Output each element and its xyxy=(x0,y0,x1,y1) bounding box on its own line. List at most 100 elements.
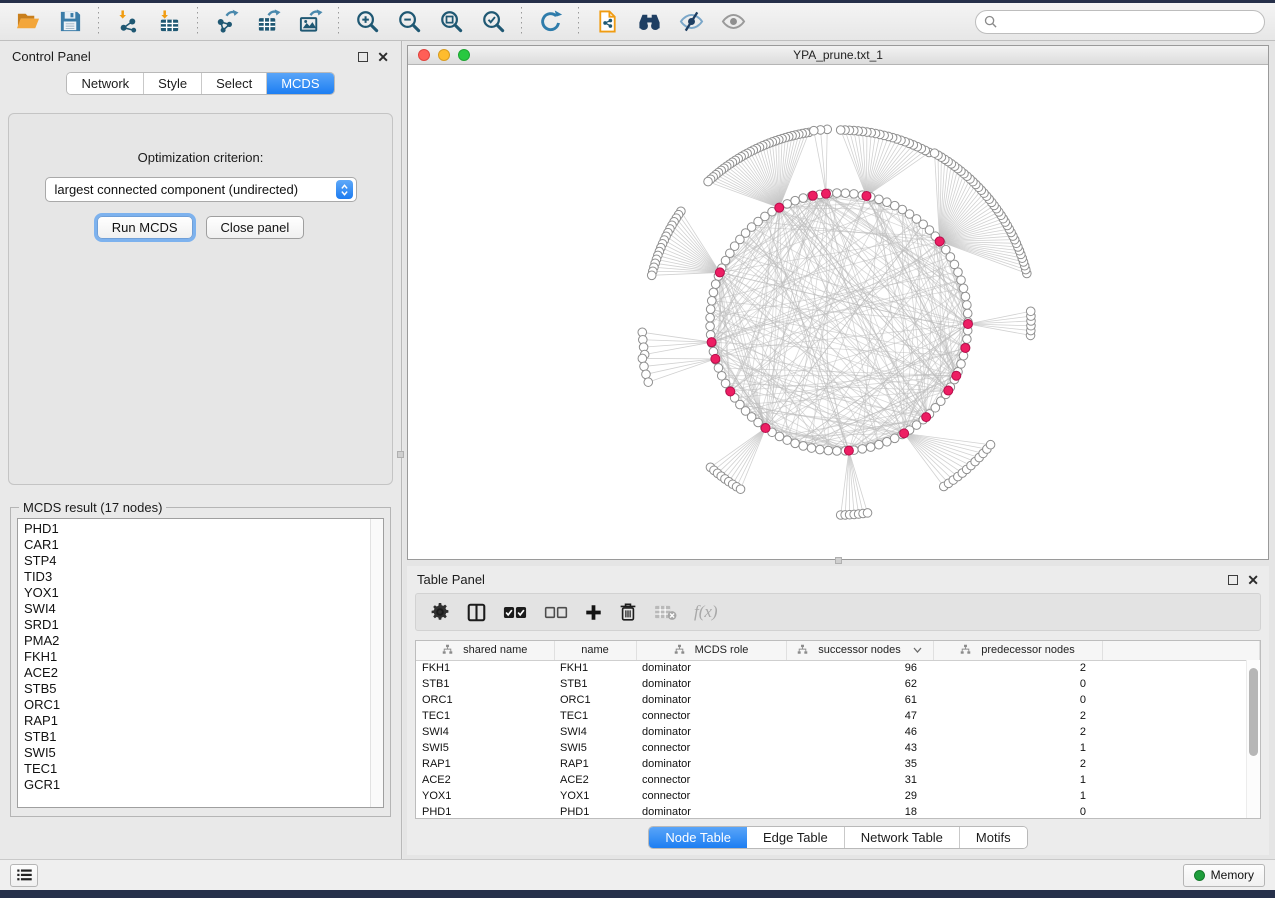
mcds-result-item[interactable]: ORC1 xyxy=(18,697,369,713)
table-close-icon[interactable]: ✕ xyxy=(1247,575,1259,585)
show-panels-button[interactable] xyxy=(10,864,38,887)
column-header-successor-nodes[interactable]: successor nodes xyxy=(786,641,933,660)
close-panel-button[interactable]: Close panel xyxy=(206,216,305,239)
mcds-node[interactable] xyxy=(862,191,871,200)
export-table-button[interactable] xyxy=(250,6,286,38)
column-header-predecessor-nodes[interactable]: predecessor nodes xyxy=(933,641,1102,660)
table-row[interactable]: SWI4SWI4dominator462 xyxy=(416,724,1260,740)
float-panel-icon[interactable] xyxy=(358,52,368,62)
search-input[interactable] xyxy=(1002,15,1256,29)
table-row[interactable]: RAP1RAP1dominator352 xyxy=(416,756,1260,772)
mcds-result-item[interactable]: CAR1 xyxy=(18,537,369,553)
function-builder-button[interactable]: f(x) xyxy=(694,602,718,622)
optimization-select[interactable]: largest connected component (undirected) xyxy=(45,177,357,202)
import-table-button[interactable] xyxy=(151,6,187,38)
table-row[interactable]: SWI5SWI5connector431 xyxy=(416,740,1260,756)
tab-network-table[interactable]: Network Table xyxy=(845,827,960,848)
hide-selected-button[interactable] xyxy=(673,6,709,38)
mcds-list-scrollbar[interactable] xyxy=(370,519,383,807)
add-column-button[interactable] xyxy=(585,597,602,627)
column-header-shared-name[interactable]: shared name xyxy=(416,641,554,660)
run-mcds-button[interactable]: Run MCDS xyxy=(97,216,193,239)
mcds-result-item[interactable]: YOX1 xyxy=(18,585,369,601)
delete-table-button[interactable] xyxy=(654,597,677,627)
tab-network[interactable]: Network xyxy=(67,73,144,94)
mcds-node[interactable] xyxy=(761,424,770,433)
mcds-node[interactable] xyxy=(952,371,961,380)
delete-column-button[interactable] xyxy=(619,597,637,627)
mcds-result-item[interactable]: PMA2 xyxy=(18,633,369,649)
zoom-in-button[interactable] xyxy=(349,6,385,38)
search-field[interactable] xyxy=(975,10,1265,34)
mcds-result-item[interactable]: PHD1 xyxy=(18,521,369,537)
mcds-node[interactable] xyxy=(900,429,909,438)
save-session-button[interactable] xyxy=(52,6,88,38)
network-canvas[interactable] xyxy=(408,65,1268,559)
mcds-node[interactable] xyxy=(961,343,970,352)
table-row[interactable]: PHD1PHD1dominator180 xyxy=(416,804,1260,819)
zoom-fit-button[interactable] xyxy=(433,6,469,38)
mcds-node[interactable] xyxy=(715,268,724,277)
table-row[interactable]: ORC1ORC1dominator610 xyxy=(416,692,1260,708)
select-all-button[interactable] xyxy=(503,597,527,627)
tab-mcds[interactable]: MCDS xyxy=(267,73,333,94)
column-header-name[interactable]: name xyxy=(554,641,636,660)
mcds-result-item[interactable]: STP4 xyxy=(18,553,369,569)
mcds-result-item[interactable]: SWI5 xyxy=(18,745,369,761)
mcds-node[interactable] xyxy=(922,413,931,422)
mcds-result-item[interactable]: TID3 xyxy=(18,569,369,585)
mcds-node[interactable] xyxy=(707,338,716,347)
columns-button[interactable] xyxy=(467,597,486,627)
table-scrollbar[interactable] xyxy=(1246,660,1260,818)
table-row[interactable]: ACE2ACE2connector311 xyxy=(416,772,1260,788)
mcds-node[interactable] xyxy=(711,354,720,363)
horizontal-splitter-handle[interactable] xyxy=(835,557,842,564)
mcds-result-item[interactable]: SWI4 xyxy=(18,601,369,617)
table-row[interactable]: TEC1TEC1connector472 xyxy=(416,708,1260,724)
mcds-node[interactable] xyxy=(935,237,944,246)
mcds-result-list[interactable]: PHD1CAR1STP4TID3YOX1SWI4SRD1PMA2FKH1ACE2… xyxy=(17,518,384,808)
mcds-node[interactable] xyxy=(844,446,853,455)
tab-select[interactable]: Select xyxy=(202,73,267,94)
mcds-result-item[interactable]: GCR1 xyxy=(18,777,369,793)
tab-motifs[interactable]: Motifs xyxy=(960,827,1027,848)
mcds-node[interactable] xyxy=(726,387,735,396)
mcds-result-item[interactable]: ACE2 xyxy=(18,665,369,681)
mcds-result-item[interactable]: TEC1 xyxy=(18,761,369,777)
zoom-selected-button[interactable] xyxy=(475,6,511,38)
optimization-select-value: largest connected component (undirected) xyxy=(46,182,336,197)
show-hidden-button[interactable] xyxy=(715,6,751,38)
close-panel-icon[interactable]: ✕ xyxy=(377,52,389,62)
vertical-splitter-handle[interactable] xyxy=(397,451,404,458)
zoom-out-button[interactable] xyxy=(391,6,427,38)
mcds-result-item[interactable]: STB5 xyxy=(18,681,369,697)
table-row[interactable]: FKH1FKH1dominator962 xyxy=(416,660,1260,676)
share-document-button[interactable] xyxy=(589,6,625,38)
export-image-button[interactable] xyxy=(292,6,328,38)
table-float-icon[interactable] xyxy=(1228,575,1238,585)
refresh-layout-button[interactable] xyxy=(532,6,568,38)
mcds-result-item[interactable]: SRD1 xyxy=(18,617,369,633)
tab-style[interactable]: Style xyxy=(144,73,202,94)
mcds-result-item[interactable]: STB1 xyxy=(18,729,369,745)
memory-button[interactable]: Memory xyxy=(1183,864,1265,887)
column-header-MCDS-role[interactable]: MCDS role xyxy=(636,641,786,660)
mcds-result-item[interactable]: RAP1 xyxy=(18,713,369,729)
mcds-node[interactable] xyxy=(944,386,953,395)
mcds-node[interactable] xyxy=(808,191,817,200)
mcds-node[interactable] xyxy=(821,189,830,198)
mcds-node[interactable] xyxy=(963,320,972,329)
mcds-result-item[interactable]: FKH1 xyxy=(18,649,369,665)
export-network-button[interactable] xyxy=(208,6,244,38)
table-row[interactable]: YOX1YOX1connector291 xyxy=(416,788,1260,804)
open-file-button[interactable] xyxy=(10,6,46,38)
mcds-node[interactable] xyxy=(775,203,784,212)
search-objects-button[interactable] xyxy=(631,6,667,38)
tab-edge-table[interactable]: Edge Table xyxy=(747,827,845,848)
import-network-button[interactable] xyxy=(109,6,145,38)
table-row[interactable]: STB1STB1dominator620 xyxy=(416,676,1260,692)
tab-node-table[interactable]: Node Table xyxy=(649,827,747,848)
gear-button[interactable] xyxy=(430,597,450,627)
table-scrollbar-thumb[interactable] xyxy=(1249,668,1258,756)
deselect-all-button[interactable] xyxy=(544,597,568,627)
